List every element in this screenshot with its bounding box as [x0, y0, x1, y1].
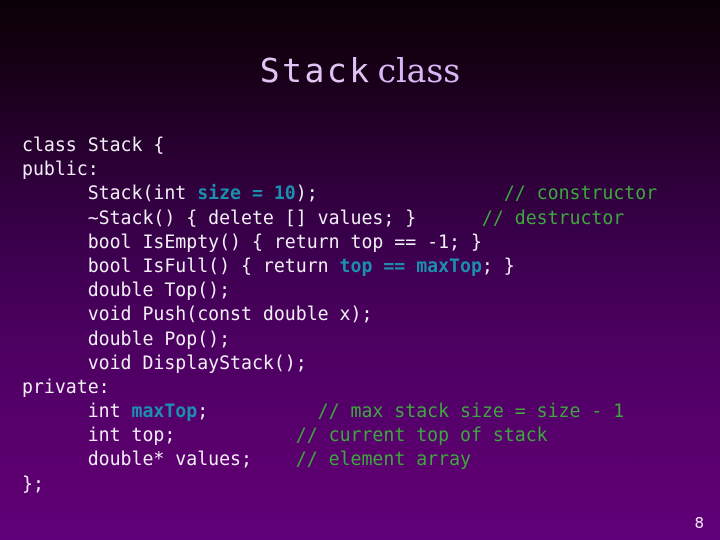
code-text: }; — [22, 473, 44, 495]
code-highlight-token: top == maxTop — [339, 255, 482, 277]
code-line: void Push(const double x); — [22, 303, 712, 327]
code-comment: // constructor — [503, 183, 658, 205]
code-line: int maxTop; // max stack size = size - 1 — [22, 400, 712, 424]
code-text: bool IsEmpty() { return top == -1; } — [22, 231, 482, 253]
code-text: void Push(const double x); — [22, 304, 373, 326]
code-text: ); — [295, 183, 318, 205]
slide-canvas: Stack class class Stack { public: Stack(in… — [0, 0, 720, 540]
page-title-mono-part: Stack — [259, 51, 372, 90]
code-line: double Top(); — [22, 279, 712, 303]
code-highlight-token: size = 10 — [197, 183, 296, 205]
code-line: void DisplayStack(); — [22, 352, 712, 376]
code-text: private: — [22, 376, 110, 398]
code-line: bool IsFull() { return top == maxTop; } — [22, 255, 712, 279]
code-text: ~Stack() { delete [] values; } — [22, 207, 417, 229]
code-line: bool IsEmpty() { return top == -1; } — [22, 231, 712, 255]
code-line: private: — [22, 376, 712, 400]
code-comment: // max stack size = size - 1 — [317, 401, 625, 423]
code-text: Stack(int — [22, 183, 198, 205]
code-line: double Pop(); — [22, 328, 712, 352]
code-line: int top; // current top of stack — [22, 424, 712, 448]
code-line: public: — [22, 158, 712, 182]
code-highlight-token: maxTop — [131, 401, 198, 423]
code-text: ; — [197, 401, 209, 423]
page-title: Stack class — [0, 54, 720, 87]
code-comment: // destructor — [481, 207, 625, 229]
code-text: int top; — [22, 425, 176, 447]
code-listing: class Stack { public: Stack(int size = 10… — [22, 134, 712, 497]
code-text: double Pop(); — [22, 328, 231, 350]
code-text: public: — [22, 159, 99, 181]
code-text: void DisplayStack(); — [22, 352, 307, 374]
code-line: double* values; // element array — [22, 448, 712, 472]
code-text: double Top(); — [22, 280, 231, 302]
page-number: 8 — [694, 514, 704, 532]
code-comment: // current top of stack — [295, 425, 548, 447]
code-line: }; — [22, 473, 712, 497]
code-text: int — [22, 401, 132, 423]
code-text: bool IsFull() { return — [22, 255, 340, 277]
code-text: ; } — [481, 255, 515, 277]
code-comment: // element array — [295, 449, 471, 471]
page-title-serif-part: class — [377, 51, 461, 90]
code-text: class Stack { — [22, 135, 165, 156]
code-text: double* values; — [22, 449, 252, 471]
code-line: Stack(int size = 10); // constructor — [22, 182, 712, 206]
code-line: ~Stack() { delete [] values; } // destru… — [22, 207, 712, 231]
code-line: class Stack { — [22, 134, 712, 158]
